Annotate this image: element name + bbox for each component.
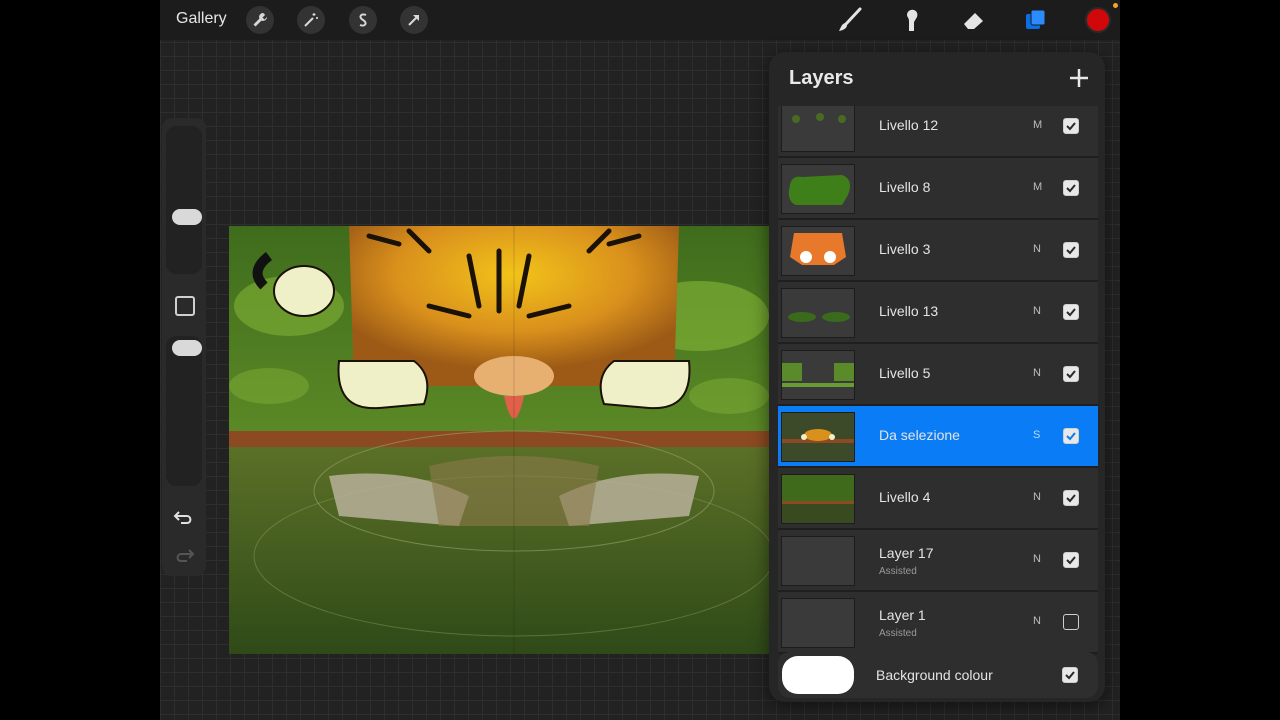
- layers-title: Layers: [789, 67, 854, 89]
- selection-icon[interactable]: [349, 6, 377, 34]
- layer-thumbnail: [781, 106, 855, 152]
- visibility-checkbox[interactable]: [1063, 242, 1079, 258]
- layer-row[interactable]: Livello 13 N: [778, 282, 1098, 344]
- layer-subtitle: Assisted: [879, 628, 917, 639]
- blend-mode-button[interactable]: N: [1033, 491, 1041, 503]
- layer-name: Livello 3: [879, 241, 931, 257]
- layer-thumbnail: [781, 164, 855, 214]
- visibility-checkbox[interactable]: [1063, 614, 1079, 630]
- layer-thumbnail: [781, 598, 855, 648]
- blend-mode-button[interactable]: N: [1033, 243, 1041, 255]
- layer-thumbnail: [781, 226, 855, 276]
- procreate-workspace: Gallery Layers Livello 12 M Livello 8 M …: [160, 0, 1120, 720]
- wrench-icon[interactable]: [246, 6, 274, 34]
- color-swatch-button[interactable]: [1084, 6, 1112, 34]
- visibility-checkbox[interactable]: [1063, 118, 1079, 134]
- layer-name: Layer 1: [879, 607, 926, 623]
- undo-icon[interactable]: [173, 508, 195, 533]
- layer-name: Layer 17: [879, 545, 934, 561]
- drawing-canvas[interactable]: [229, 226, 769, 654]
- visibility-checkbox[interactable]: [1063, 366, 1079, 382]
- layer-name: Da selezione: [879, 427, 960, 443]
- blend-mode-button[interactable]: S: [1033, 429, 1040, 441]
- layer-row[interactable]: Livello 8 M: [778, 158, 1098, 220]
- opacity-thumb[interactable]: [172, 340, 202, 356]
- layer-thumbnail: [781, 288, 855, 338]
- layer-thumbnail: [781, 474, 855, 524]
- blend-mode-button[interactable]: N: [1033, 553, 1041, 565]
- layers-panel: Layers Livello 12 M Livello 8 M Livello …: [769, 52, 1105, 702]
- visibility-checkbox[interactable]: [1063, 490, 1079, 506]
- layer-name: Livello 4: [879, 489, 931, 505]
- visibility-checkbox[interactable]: [1062, 667, 1078, 683]
- layer-thumbnail: [781, 412, 855, 462]
- layer-name: Livello 12: [879, 117, 939, 133]
- layer-thumbnail: [781, 350, 855, 400]
- artwork-tiger-drinking: [229, 226, 769, 654]
- smudge-icon[interactable]: [898, 6, 926, 34]
- layer-row[interactable]: Layer 1 Assisted N: [778, 592, 1098, 654]
- left-sidebar: [162, 118, 206, 576]
- layer-row[interactable]: Livello 5 N: [778, 344, 1098, 406]
- layer-row[interactable]: Livello 3 N: [778, 220, 1098, 282]
- layers-icon[interactable]: [1022, 6, 1050, 34]
- visibility-checkbox[interactable]: [1063, 428, 1079, 444]
- background-colour-label: Background colour: [876, 667, 993, 683]
- visibility-checkbox[interactable]: [1063, 552, 1079, 568]
- background-colour-swatch[interactable]: [782, 656, 854, 694]
- blend-mode-button[interactable]: N: [1033, 305, 1041, 317]
- transform-arrow-icon[interactable]: [400, 6, 428, 34]
- blend-mode-button[interactable]: M: [1033, 181, 1042, 193]
- layer-subtitle: Assisted: [879, 566, 917, 577]
- plus-icon[interactable]: [1067, 66, 1091, 90]
- background-colour-row[interactable]: Background colour: [778, 652, 1098, 698]
- redo-icon[interactable]: [173, 546, 195, 571]
- visibility-checkbox[interactable]: [1063, 304, 1079, 320]
- gallery-button[interactable]: Gallery: [176, 10, 227, 28]
- layer-row[interactable]: Layer 17 Assisted N: [778, 530, 1098, 592]
- brush-size-thumb[interactable]: [172, 209, 202, 225]
- layer-name: Livello 8: [879, 179, 931, 195]
- blend-mode-button[interactable]: M: [1033, 119, 1042, 131]
- layer-row-selected[interactable]: Da selezione S: [778, 406, 1098, 468]
- blend-mode-button[interactable]: N: [1033, 615, 1041, 627]
- layer-name: Livello 5: [879, 365, 931, 381]
- opacity-slider[interactable]: [166, 336, 202, 486]
- layer-name: Livello 13: [879, 303, 939, 319]
- visibility-checkbox[interactable]: [1063, 180, 1079, 196]
- notification-dot: [1113, 3, 1118, 8]
- blend-mode-button[interactable]: N: [1033, 367, 1041, 379]
- layer-row[interactable]: Livello 12 M: [778, 106, 1098, 158]
- layer-row[interactable]: Livello 4 N: [778, 468, 1098, 530]
- layer-thumbnail: [781, 536, 855, 586]
- brush-icon[interactable]: [836, 6, 864, 34]
- brush-size-slider[interactable]: [166, 126, 202, 274]
- eraser-icon[interactable]: [960, 6, 988, 34]
- modify-square-button[interactable]: [175, 296, 195, 316]
- layer-list: Livello 12 M Livello 8 M Livello 3 N Liv…: [778, 106, 1098, 696]
- top-toolbar: Gallery: [160, 0, 1120, 40]
- magic-wand-icon[interactable]: [297, 6, 325, 34]
